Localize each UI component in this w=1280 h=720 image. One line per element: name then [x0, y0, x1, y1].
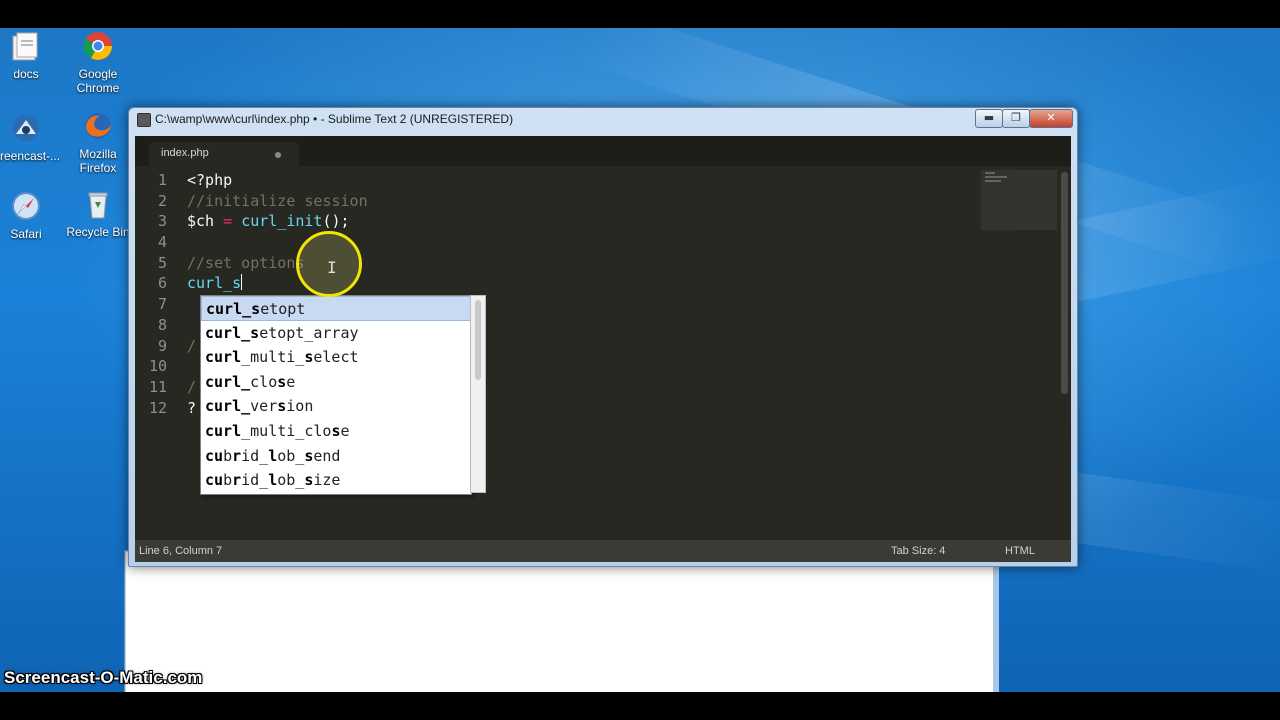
line-number: 12 — [148, 398, 167, 417]
screencast-icon — [13, 115, 39, 141]
minimap-line — [985, 172, 995, 174]
status-bar: Line 6, Column 7 Tab Size: 4 HTML — [135, 540, 1071, 562]
line-number: 5 — [157, 253, 167, 272]
tab-index-php[interactable]: index.php — [149, 142, 299, 166]
line-number: 7 — [157, 295, 167, 314]
window-title: C:\wamp\www\curl\index.php • - Sublime T… — [155, 112, 514, 126]
maximize-button[interactable]: ❐ — [1002, 109, 1030, 128]
minimap-line — [985, 176, 1007, 178]
autocomplete-item[interactable]: curl_multi_close — [201, 419, 471, 444]
folder-icon — [12, 32, 38, 61]
desktop-icon-recycle-bin[interactable]: Recycle Bin — [66, 188, 130, 239]
desktop-icon-docs[interactable]: docs — [0, 30, 58, 81]
cursor-position: Line 6, Column 7 — [139, 545, 223, 557]
code-comment: / — [187, 377, 197, 396]
code-comment: //initialize session — [187, 191, 368, 210]
code-line-2: //initialize session — [187, 191, 987, 212]
desktop-icon-chrome[interactable]: Google Chrome — [66, 30, 130, 95]
autocomplete-item[interactable]: curl_setopt — [201, 296, 471, 321]
code-variable: $ch — [187, 212, 215, 231]
tab-size-indicator[interactable]: Tab Size: 4 — [891, 545, 945, 557]
code-token: ? — [187, 398, 197, 417]
code-comment: //set options — [187, 253, 305, 272]
code-punctuation: (); — [322, 212, 350, 231]
background-window-edge — [993, 551, 999, 692]
line-number: 9 — [157, 336, 167, 355]
desktop-icon-label: Safari — [10, 227, 42, 241]
window-titlebar[interactable]: C:\wamp\www\curl\index.php • - Sublime T… — [129, 108, 1077, 130]
autocomplete-item[interactable]: curl_close — [201, 370, 471, 395]
close-button[interactable]: ✕ — [1029, 109, 1073, 128]
safari-icon — [12, 192, 40, 220]
text-caret — [241, 274, 243, 291]
code-comment: / — [187, 336, 197, 355]
ibeam-cursor-icon: I — [327, 258, 337, 277]
firefox-icon — [85, 113, 111, 139]
desktop-icon-label: Google Chrome — [76, 67, 120, 95]
desktop-icon-label: creencast-... — [0, 149, 61, 163]
line-number: 10 — [148, 357, 167, 376]
desktop-icon-label: Mozilla Firefox — [79, 147, 117, 175]
recycle-bin-icon — [88, 192, 108, 219]
autocomplete-item[interactable]: curl_version — [201, 394, 471, 419]
code-function: curl_init — [241, 212, 323, 231]
desktop-icon-safari[interactable]: Safari — [0, 190, 58, 241]
syntax-indicator[interactable]: HTML — [1005, 545, 1035, 557]
line-number-gutter: 1 2 3 4 5 6 7 8 9 10 11 12 — [135, 170, 175, 418]
code-line-3: $ch = curl_init(); — [187, 211, 987, 232]
desktop-icon-firefox[interactable]: Mozilla Firefox — [66, 110, 130, 175]
minimap[interactable] — [981, 170, 1057, 230]
desktop-icon-label: Recycle Bin — [66, 225, 130, 239]
autocomplete-scrollbar[interactable] — [470, 295, 486, 493]
vertical-scrollbar[interactable] — [1061, 172, 1068, 394]
autocomplete-item[interactable]: cubrid_lob_send — [201, 444, 471, 469]
autocomplete-item[interactable]: curl_setopt_array — [201, 321, 471, 346]
sublime-app-icon — [137, 113, 151, 127]
watermark: Screencast-O-Matic.com — [4, 668, 203, 687]
code-token: <?php — [187, 171, 233, 189]
code-typed-text: curl_s — [187, 274, 242, 293]
line-number: 2 — [157, 191, 167, 210]
autocomplete-item[interactable]: cubrid_lob_size — [201, 468, 471, 493]
line-number: 8 — [157, 315, 167, 334]
desktop-icon-label: docs — [13, 67, 39, 81]
minimap-line — [985, 180, 1001, 182]
desktop-icon-screencast[interactable]: creencast-... — [0, 112, 61, 163]
background-window — [124, 550, 999, 692]
chrome-icon — [83, 32, 112, 60]
line-number: 11 — [148, 377, 167, 396]
tab-label: index.php — [161, 147, 209, 159]
line-number: 6 — [157, 274, 167, 293]
unsaved-dot-icon[interactable] — [275, 152, 281, 158]
autocomplete-popup: curl_setopt curl_setopt_array curl_multi… — [200, 295, 472, 495]
tab-bar: index.php — [135, 136, 1071, 166]
line-number: 3 — [157, 212, 167, 231]
line-number: 4 — [157, 233, 167, 252]
minimize-button[interactable]: ▬ — [975, 109, 1003, 128]
autocomplete-item[interactable]: curl_multi_select — [201, 345, 471, 370]
autocomplete-scroll-thumb[interactable] — [475, 300, 481, 380]
line-number: 1 — [157, 171, 167, 189]
code-operator: = — [214, 212, 242, 231]
code-line-1: <?php — [187, 170, 987, 191]
